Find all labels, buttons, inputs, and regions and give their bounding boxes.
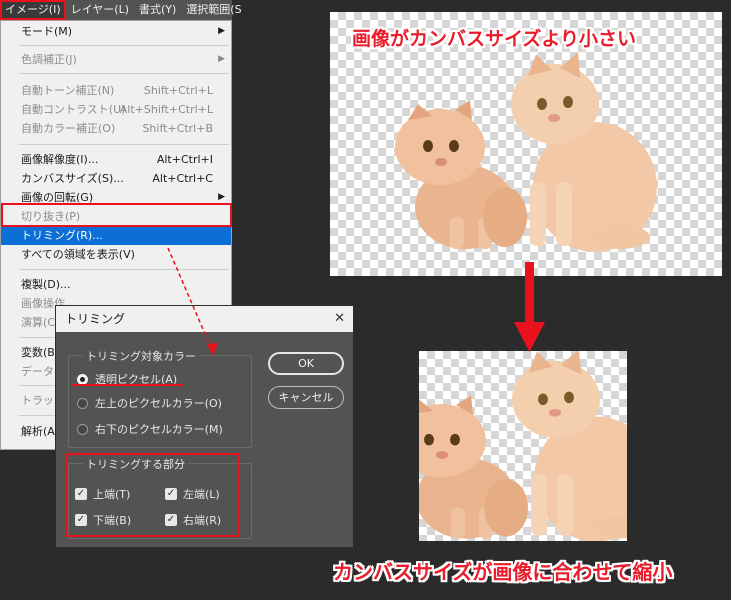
- down-arrow-icon: [514, 322, 545, 352]
- down-arrow-shaft: [525, 262, 534, 326]
- dashed-arrow-line: [167, 247, 213, 351]
- annotation-arrows: [167, 247, 545, 356]
- dashed-arrow-head-icon: [207, 343, 218, 356]
